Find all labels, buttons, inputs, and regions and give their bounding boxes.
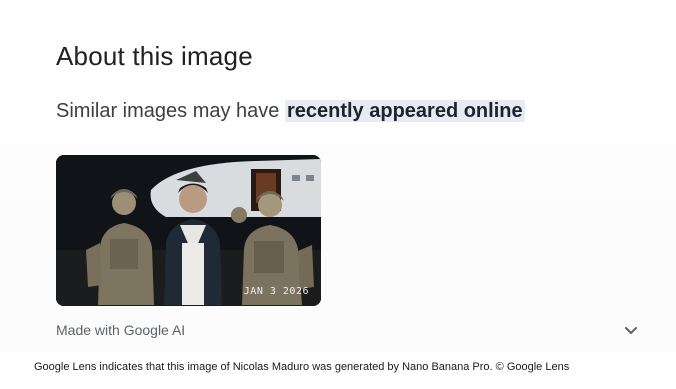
center-person [179, 185, 207, 213]
figure-caption: Google Lens indicates that this image of… [34, 361, 570, 373]
image-thumbnail[interactable]: JAN 3 2026 [56, 155, 321, 306]
recently-appeared-highlight[interactable]: recently appeared online [284, 100, 525, 122]
date-stamp: JAN 3 2026 [243, 286, 309, 297]
similar-images-text: Similar images may have recently appeare… [56, 100, 525, 123]
made-with-google-ai-label: Made with Google AI [56, 322, 186, 338]
panel-title: About this image [56, 41, 253, 71]
photo-illustration [56, 155, 321, 306]
similar-images-prefix: Similar images may have [56, 100, 285, 122]
about-image-panel: About this image Similar images may have… [0, 0, 676, 352]
chevron-down-icon[interactable] [622, 324, 640, 338]
